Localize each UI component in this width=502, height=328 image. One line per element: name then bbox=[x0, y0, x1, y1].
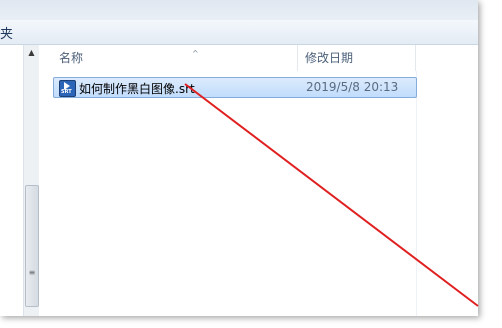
annotation-layer bbox=[184, 83, 479, 307]
red-arrow-line bbox=[184, 83, 479, 307]
